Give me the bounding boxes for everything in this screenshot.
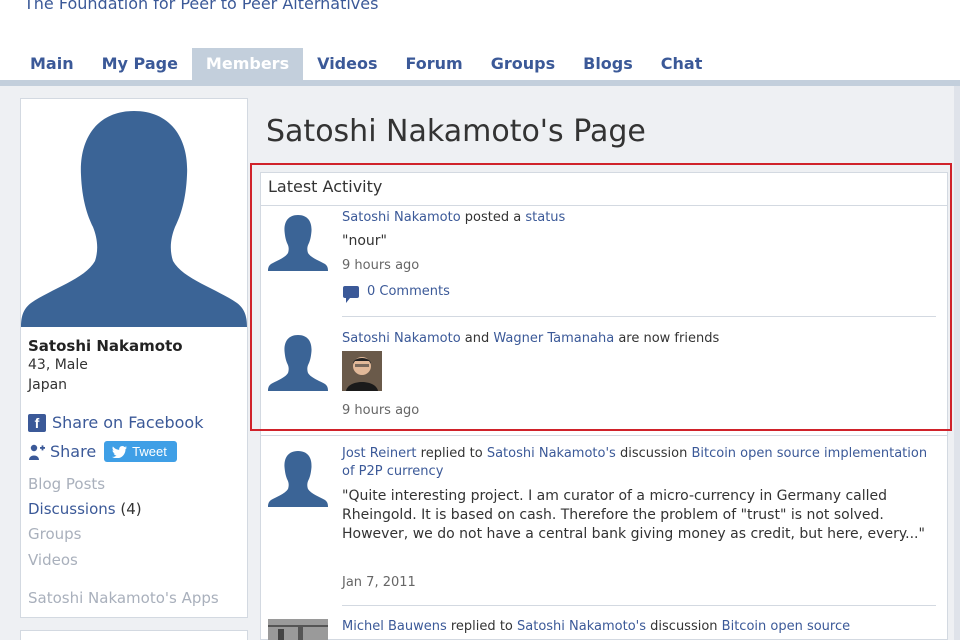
discussion-link[interactable]: Bitcoin open source <box>722 619 850 634</box>
tab-my-page[interactable]: My Page <box>88 48 192 80</box>
profile-country: Japan <box>28 377 68 393</box>
activity-time: Jan 7, 2011 <box>342 575 416 590</box>
tweet-button[interactable]: Tweet <box>104 441 177 462</box>
tab-groups[interactable]: Groups <box>477 48 569 80</box>
share-link[interactable]: Share <box>28 442 96 461</box>
profile-name: Satoshi Nakamoto <box>28 337 183 355</box>
facebook-icon: f <box>28 413 46 432</box>
tab-members[interactable]: Members <box>191 48 304 80</box>
tab-main[interactable]: Main <box>16 48 88 80</box>
share-facebook-link[interactable]: f Share on Facebook <box>28 413 203 432</box>
activity-to: to <box>499 619 513 634</box>
activity-kind: discussion <box>619 446 688 461</box>
activity-line: Michel Bauwens replied to Satoshi Nakamo… <box>342 618 850 636</box>
sidebar-link-blog-posts[interactable]: Blog Posts <box>28 475 105 493</box>
activity-verb: replied <box>450 619 496 634</box>
tab-videos[interactable]: Videos <box>303 48 391 80</box>
sidebar-link-groups[interactable]: Groups <box>28 525 81 543</box>
highlight-box <box>250 163 952 431</box>
actor-link[interactable]: Jost Reinert <box>342 446 417 461</box>
person-photo-icon <box>268 619 328 640</box>
profile-avatar[interactable] <box>21 99 247 327</box>
profile-age-gender: 43, Male <box>28 357 88 373</box>
activity-to: to <box>469 446 483 461</box>
twitter-bird-icon <box>112 445 128 458</box>
activity-kind: discussion <box>650 619 718 634</box>
sidebar-link-videos[interactable]: Videos <box>28 551 78 569</box>
actor-link[interactable]: Michel Bauwens <box>342 619 447 634</box>
share-row: Share Tweet <box>28 441 177 462</box>
owner-link[interactable]: Satoshi Nakamoto's <box>487 446 616 461</box>
owner-link[interactable]: Satoshi Nakamoto's <box>517 619 646 634</box>
tab-chat[interactable]: Chat <box>647 48 717 80</box>
divider <box>342 605 936 606</box>
discussions-count: (4) <box>120 500 142 518</box>
main-nav: Main My Page Members Videos Forum Groups… <box>16 48 716 80</box>
activity-verb: replied <box>420 446 466 461</box>
sidebar-link-discussions[interactable]: Discussions (4) <box>28 500 142 518</box>
tweet-label: Tweet <box>132 444 167 459</box>
reply-quote: "Quite interesting project. I am curator… <box>342 488 925 542</box>
divider <box>261 435 947 436</box>
profile-sidebar: Satoshi Nakamoto 43, Male Japan f Share … <box>20 98 248 618</box>
tab-blogs[interactable]: Blogs <box>569 48 647 80</box>
discussions-label[interactable]: Discussions <box>28 500 116 518</box>
default-avatar-icon <box>21 111 247 327</box>
tab-forum[interactable]: Forum <box>392 48 477 80</box>
activity-avatar[interactable] <box>268 619 328 640</box>
activity-line: Jost Reinert replied to Satoshi Nakamoto… <box>342 445 942 481</box>
share-plus-icon <box>29 444 45 460</box>
sidebar-link-apps[interactable]: Satoshi Nakamoto's Apps <box>28 589 219 607</box>
sidebar-next-box <box>20 630 248 640</box>
page-title: Satoshi Nakamoto's Page <box>266 114 646 149</box>
share-label: Share <box>50 442 97 461</box>
activity-avatar[interactable] <box>268 447 328 507</box>
share-facebook-label: Share on Facebook <box>52 413 204 432</box>
default-avatar-icon <box>268 451 328 507</box>
site-title[interactable]: The Foundation for Peer to Peer Alternat… <box>24 0 378 13</box>
scrollbar[interactable] <box>954 86 960 640</box>
